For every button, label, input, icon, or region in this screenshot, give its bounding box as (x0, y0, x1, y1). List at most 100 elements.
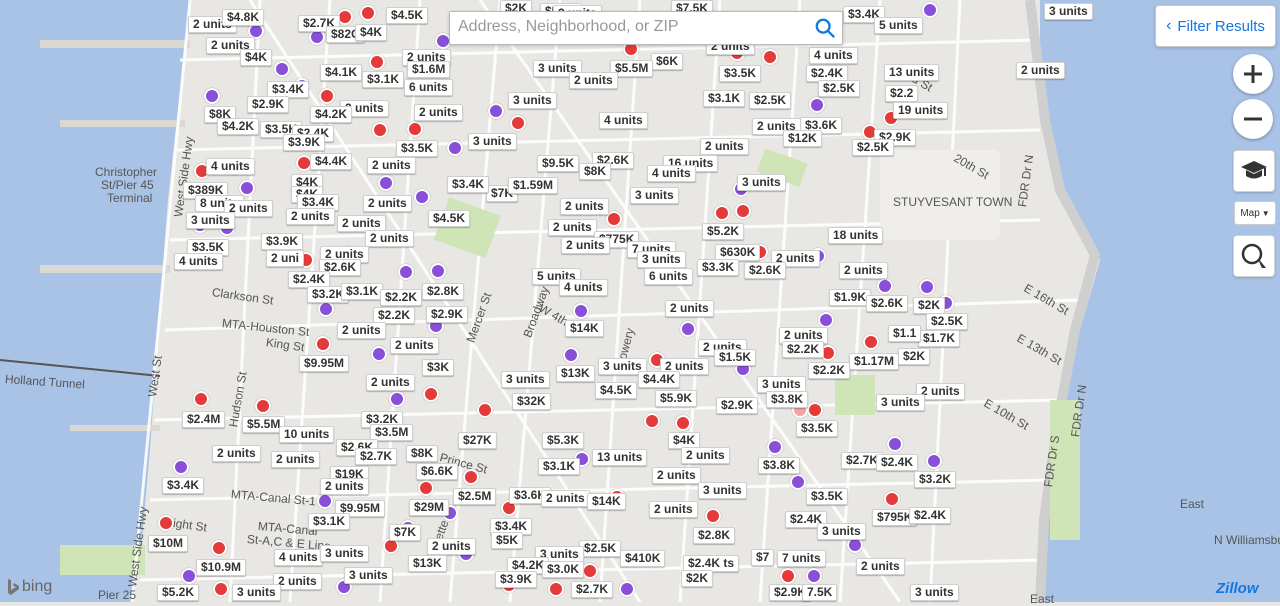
zoom-out-button[interactable] (1233, 99, 1273, 139)
listing-price-badge[interactable]: 2 units (560, 198, 609, 215)
listing-price-badge[interactable]: $3.1K (703, 90, 746, 107)
listing-price-badge[interactable]: $2.4K (909, 507, 952, 524)
listing-marker[interactable] (807, 402, 823, 418)
listing-price-badge[interactable]: 4 units (274, 549, 323, 566)
listing-marker[interactable] (318, 301, 334, 317)
listing-price-badge[interactable]: $3.4K (447, 176, 490, 193)
listing-price-badge[interactable]: 2 units (856, 558, 905, 575)
listing-marker[interactable] (790, 474, 806, 490)
listing-price-badge[interactable]: $3.9K (283, 134, 326, 151)
listing-price-badge[interactable]: 2 units (569, 72, 618, 89)
listing-price-badge[interactable]: 13 units (884, 64, 940, 81)
listing-marker[interactable] (369, 54, 385, 70)
listing-price-badge[interactable]: $2.2K (380, 289, 423, 306)
listing-marker[interactable] (818, 312, 834, 328)
listing-marker[interactable] (371, 346, 387, 362)
listing-price-badge[interactable]: 3 units (698, 482, 747, 499)
listing-price-badge[interactable]: 18 units (828, 227, 884, 244)
listing-price-badge[interactable]: 3 units (910, 584, 959, 601)
listing-price-badge[interactable]: 4 units (599, 112, 648, 129)
schools-button[interactable] (1233, 150, 1275, 192)
listing-price-badge[interactable]: $2.9K (716, 397, 759, 414)
listing-price-badge[interactable]: $3.9K (495, 571, 538, 588)
listing-marker[interactable] (315, 336, 331, 352)
listing-price-badge[interactable]: $3.5K (396, 140, 439, 157)
listing-price-badge[interactable]: $410K (620, 550, 666, 567)
listing-price-badge[interactable]: 3 units (344, 567, 393, 584)
listing-price-badge[interactable]: 3 units (508, 92, 557, 109)
listing-price-badge[interactable]: $32K (512, 393, 551, 410)
listing-price-badge[interactable]: $3.1K (308, 513, 351, 530)
listing-price-badge[interactable]: $4.4K (638, 371, 681, 388)
listing-price-badge[interactable]: $2.5K (749, 92, 792, 109)
listing-marker[interactable] (173, 459, 189, 475)
listing-marker[interactable] (319, 88, 335, 104)
listing-price-badge[interactable]: $10M (148, 535, 189, 552)
listing-price-badge[interactable]: 2 units (212, 445, 261, 462)
listing-price-badge[interactable]: 2 units (286, 208, 335, 225)
listing-price-badge[interactable]: $3.5K (719, 65, 762, 82)
listing-marker[interactable] (680, 321, 696, 337)
listing-marker[interactable] (863, 334, 879, 350)
map-type-dropdown[interactable]: Map ▼ (1234, 201, 1276, 225)
listing-price-badge[interactable]: $2.2 (885, 85, 919, 102)
listing-price-badge[interactable]: $3.5K (806, 488, 849, 505)
listing-marker[interactable] (204, 88, 220, 104)
listing-price-badge[interactable]: $4.5K (428, 210, 471, 227)
listing-marker[interactable] (714, 205, 730, 221)
listing-marker[interactable] (563, 347, 579, 363)
listing-price-badge[interactable]: 3 units (320, 545, 369, 562)
listing-price-badge[interactable]: $13K (556, 365, 595, 382)
listing-marker[interactable] (644, 413, 660, 429)
listing-marker[interactable] (239, 180, 255, 196)
listing-marker[interactable] (317, 493, 333, 509)
listing-marker[interactable] (423, 386, 439, 402)
listing-price-badge[interactable]: $4.8K (222, 9, 265, 26)
listing-price-badge[interactable]: $5K (491, 532, 524, 549)
listing-price-badge[interactable]: $3.1K (341, 283, 384, 300)
listing-price-badge[interactable]: 2 units (367, 157, 416, 174)
listing-marker[interactable] (510, 115, 526, 131)
listing-price-badge[interactable]: $4.2K (217, 118, 260, 135)
listing-price-badge[interactable]: 3 units (737, 174, 786, 191)
listing-marker[interactable] (548, 581, 564, 597)
listing-price-badge[interactable]: 4 units (174, 253, 223, 270)
search-icon[interactable] (814, 17, 836, 39)
listing-price-badge[interactable]: $2.5K (852, 139, 895, 156)
listing-price-badge[interactable]: $2.9K (426, 306, 469, 323)
listing-price-badge[interactable]: $3.1K (362, 71, 405, 88)
listing-price-badge[interactable]: 2 units (541, 490, 590, 507)
listing-marker[interactable] (675, 415, 691, 431)
listing-marker[interactable] (414, 189, 430, 205)
listing-price-badge[interactable]: $1.59M (508, 177, 559, 194)
listing-price-badge[interactable]: $3.2K (914, 471, 957, 488)
listing-price-badge[interactable]: 2 units (649, 501, 698, 518)
listing-price-badge[interactable]: 19 units (893, 102, 949, 119)
listing-marker[interactable] (926, 453, 942, 469)
listing-price-badge[interactable]: 2 units (414, 104, 463, 121)
listing-price-badge[interactable]: $1.9K (829, 289, 872, 306)
listing-price-badge[interactable]: 2 units (366, 374, 415, 391)
listing-marker[interactable] (705, 508, 721, 524)
listing-price-badge[interactable]: $13K (408, 555, 447, 572)
listing-marker[interactable] (573, 303, 589, 319)
listing-price-badge[interactable]: $2.8K (693, 527, 736, 544)
listing-price-badge[interactable]: $3.4K (162, 477, 205, 494)
listing-price-badge[interactable]: $4K (240, 49, 273, 66)
listing-price-badge[interactable]: $14K (587, 493, 626, 510)
listing-price-badge[interactable]: 10 units (279, 426, 335, 443)
listing-price-badge[interactable]: $2.6K (866, 295, 909, 312)
listing-price-badge[interactable]: $7 (751, 549, 775, 566)
listing-price-badge[interactable]: $2.5K (818, 80, 861, 97)
listing-price-badge[interactable]: 2 units (652, 467, 701, 484)
listing-price-badge[interactable]: $2.7K (571, 581, 614, 598)
listing-price-badge[interactable]: $7K (389, 524, 422, 541)
listing-price-badge[interactable]: 3 units (232, 584, 281, 601)
listing-price-badge[interactable]: 4 units (647, 165, 696, 182)
listing-price-badge[interactable]: 2 units (271, 451, 320, 468)
listing-marker[interactable] (887, 436, 903, 452)
listing-price-badge[interactable]: 2 units (1016, 62, 1065, 79)
listing-price-badge[interactable]: $8K (406, 445, 439, 462)
listing-price-badge[interactable]: $5.9K (655, 390, 698, 407)
listing-price-badge[interactable]: 2 units (390, 337, 439, 354)
